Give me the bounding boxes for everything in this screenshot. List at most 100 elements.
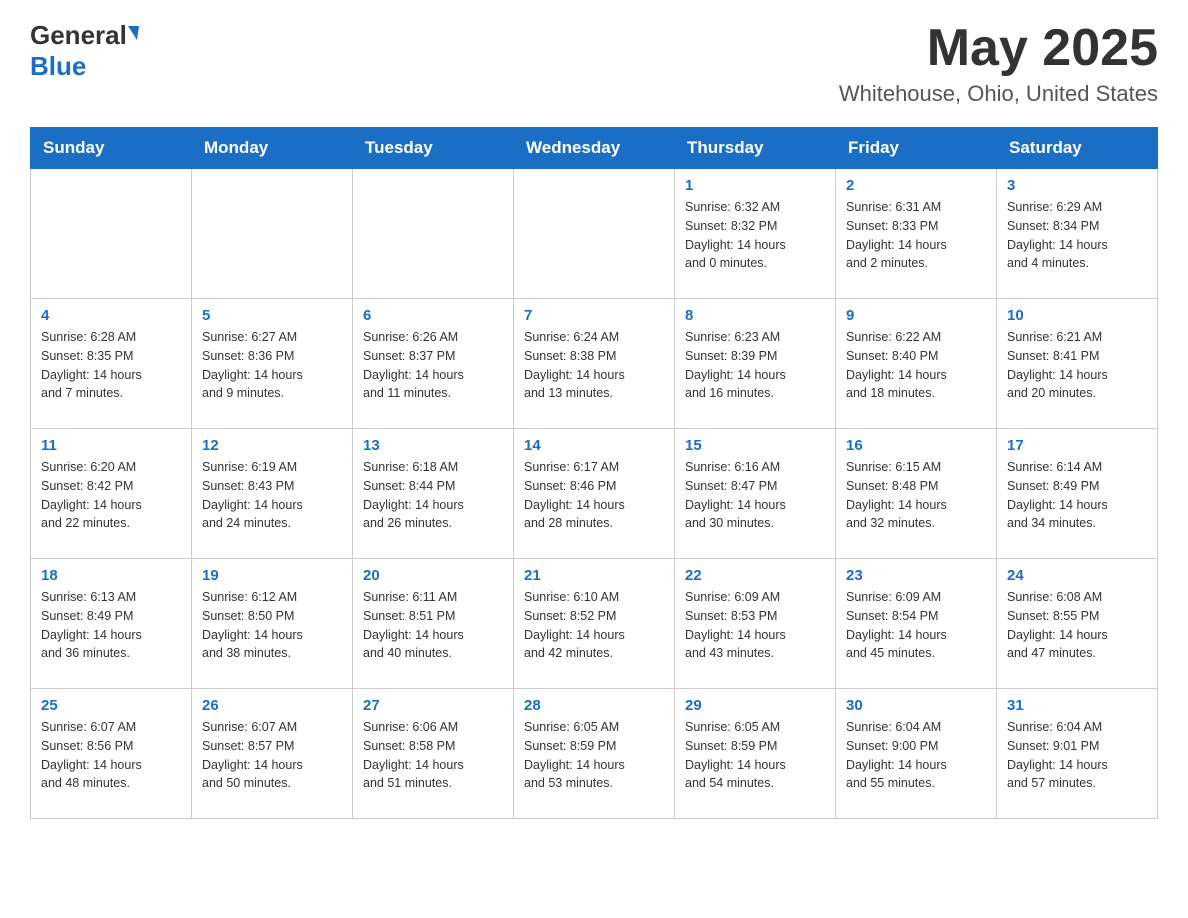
day-number: 31	[1007, 697, 1147, 714]
day-cell: 6 Sunrise: 6:26 AM Sunset: 8:37 PM Daylig…	[353, 299, 514, 429]
week-row-4: 18 Sunrise: 6:13 AM Sunset: 8:49 PM Dayli…	[31, 559, 1158, 689]
day-number: 15	[685, 437, 825, 454]
day-number: 13	[363, 437, 503, 454]
day-number: 20	[363, 567, 503, 584]
day-number: 12	[202, 437, 342, 454]
day-cell: 12 Sunrise: 6:19 AM Sunset: 8:43 PM Dayli…	[192, 429, 353, 559]
weekday-header-wednesday: Wednesday	[514, 128, 675, 169]
day-info: Sunrise: 6:22 AM Sunset: 8:40 PM Dayligh…	[846, 328, 986, 403]
day-cell: 16 Sunrise: 6:15 AM Sunset: 8:48 PM Dayli…	[836, 429, 997, 559]
day-number: 21	[524, 567, 664, 584]
day-cell: 28 Sunrise: 6:05 AM Sunset: 8:59 PM Dayli…	[514, 689, 675, 819]
day-cell	[192, 169, 353, 299]
day-number: 25	[41, 697, 181, 714]
day-cell: 26 Sunrise: 6:07 AM Sunset: 8:57 PM Dayli…	[192, 689, 353, 819]
day-info: Sunrise: 6:04 AM Sunset: 9:01 PM Dayligh…	[1007, 718, 1147, 793]
day-cell: 21 Sunrise: 6:10 AM Sunset: 8:52 PM Dayli…	[514, 559, 675, 689]
day-info: Sunrise: 6:05 AM Sunset: 8:59 PM Dayligh…	[685, 718, 825, 793]
day-number: 23	[846, 567, 986, 584]
day-number: 1	[685, 177, 825, 194]
day-number: 6	[363, 307, 503, 324]
day-info: Sunrise: 6:28 AM Sunset: 8:35 PM Dayligh…	[41, 328, 181, 403]
day-cell: 2 Sunrise: 6:31 AM Sunset: 8:33 PM Daylig…	[836, 169, 997, 299]
day-cell: 3 Sunrise: 6:29 AM Sunset: 8:34 PM Daylig…	[997, 169, 1158, 299]
day-info: Sunrise: 6:13 AM Sunset: 8:49 PM Dayligh…	[41, 588, 181, 663]
day-cell: 29 Sunrise: 6:05 AM Sunset: 8:59 PM Dayli…	[675, 689, 836, 819]
weekday-header-friday: Friday	[836, 128, 997, 169]
day-number: 2	[846, 177, 986, 194]
day-cell	[353, 169, 514, 299]
day-cell: 30Sunrise: 6:04 AM Sunset: 9:00 PM Dayli…	[836, 689, 997, 819]
day-cell	[31, 169, 192, 299]
day-cell: 31 Sunrise: 6:04 AM Sunset: 9:01 PM Dayli…	[997, 689, 1158, 819]
day-cell: 7 Sunrise: 6:24 AM Sunset: 8:38 PM Daylig…	[514, 299, 675, 429]
logo-blue-text: Blue	[30, 51, 86, 82]
day-number: 4	[41, 307, 181, 324]
weekday-header-tuesday: Tuesday	[353, 128, 514, 169]
week-row-1: 1 Sunrise: 6:32 AM Sunset: 8:32 PM Daylig…	[31, 169, 1158, 299]
day-cell: 23 Sunrise: 6:09 AM Sunset: 8:54 PM Dayli…	[836, 559, 997, 689]
day-number: 18	[41, 567, 181, 584]
day-info: Sunrise: 6:15 AM Sunset: 8:48 PM Dayligh…	[846, 458, 986, 533]
day-info: Sunrise: 6:23 AM Sunset: 8:39 PM Dayligh…	[685, 328, 825, 403]
day-cell: 22Sunrise: 6:09 AM Sunset: 8:53 PM Dayli…	[675, 559, 836, 689]
day-cell: 14 Sunrise: 6:17 AM Sunset: 8:46 PM Dayli…	[514, 429, 675, 559]
day-cell: 15 Sunrise: 6:16 AM Sunset: 8:47 PM Dayli…	[675, 429, 836, 559]
day-cell: 10Sunrise: 6:21 AM Sunset: 8:41 PM Dayli…	[997, 299, 1158, 429]
location-title: Whitehouse, Ohio, United States	[839, 81, 1158, 107]
day-number: 11	[41, 437, 181, 454]
day-info: Sunrise: 6:27 AM Sunset: 8:36 PM Dayligh…	[202, 328, 342, 403]
day-info: Sunrise: 6:09 AM Sunset: 8:54 PM Dayligh…	[846, 588, 986, 663]
day-info: Sunrise: 6:16 AM Sunset: 8:47 PM Dayligh…	[685, 458, 825, 533]
calendar-table: SundayMondayTuesdayWednesdayThursdayFrid…	[30, 127, 1158, 819]
day-info: Sunrise: 6:26 AM Sunset: 8:37 PM Dayligh…	[363, 328, 503, 403]
day-info: Sunrise: 6:06 AM Sunset: 8:58 PM Dayligh…	[363, 718, 503, 793]
day-cell: 1 Sunrise: 6:32 AM Sunset: 8:32 PM Daylig…	[675, 169, 836, 299]
day-number: 17	[1007, 437, 1147, 454]
day-number: 3	[1007, 177, 1147, 194]
day-cell: 19 Sunrise: 6:12 AM Sunset: 8:50 PM Dayli…	[192, 559, 353, 689]
day-number: 8	[685, 307, 825, 324]
logo-triangle-icon	[128, 26, 139, 40]
day-info: Sunrise: 6:12 AM Sunset: 8:50 PM Dayligh…	[202, 588, 342, 663]
day-cell: 20 Sunrise: 6:11 AM Sunset: 8:51 PM Dayli…	[353, 559, 514, 689]
day-info: Sunrise: 6:10 AM Sunset: 8:52 PM Dayligh…	[524, 588, 664, 663]
day-info: Sunrise: 6:08 AM Sunset: 8:55 PM Dayligh…	[1007, 588, 1147, 663]
day-cell: 25Sunrise: 6:07 AM Sunset: 8:56 PM Dayli…	[31, 689, 192, 819]
day-cell: 13 Sunrise: 6:18 AM Sunset: 8:44 PM Dayli…	[353, 429, 514, 559]
day-info: Sunrise: 6:09 AM Sunset: 8:53 PM Dayligh…	[685, 588, 825, 663]
day-info: Sunrise: 6:24 AM Sunset: 8:38 PM Dayligh…	[524, 328, 664, 403]
day-number: 16	[846, 437, 986, 454]
day-cell: 9 Sunrise: 6:22 AM Sunset: 8:40 PM Daylig…	[836, 299, 997, 429]
day-info: Sunrise: 6:20 AM Sunset: 8:42 PM Dayligh…	[41, 458, 181, 533]
day-cell: 5Sunrise: 6:27 AM Sunset: 8:36 PM Daylig…	[192, 299, 353, 429]
day-info: Sunrise: 6:32 AM Sunset: 8:32 PM Dayligh…	[685, 198, 825, 273]
weekday-header-saturday: Saturday	[997, 128, 1158, 169]
day-info: Sunrise: 6:29 AM Sunset: 8:34 PM Dayligh…	[1007, 198, 1147, 273]
week-row-2: 4 Sunrise: 6:28 AM Sunset: 8:35 PM Daylig…	[31, 299, 1158, 429]
day-info: Sunrise: 6:07 AM Sunset: 8:57 PM Dayligh…	[202, 718, 342, 793]
month-title: May 2025	[839, 20, 1158, 77]
day-cell: 18 Sunrise: 6:13 AM Sunset: 8:49 PM Dayli…	[31, 559, 192, 689]
day-number: 14	[524, 437, 664, 454]
day-number: 27	[363, 697, 503, 714]
day-number: 9	[846, 307, 986, 324]
day-number: 7	[524, 307, 664, 324]
weekday-header-monday: Monday	[192, 128, 353, 169]
logo-general-text: General	[30, 20, 127, 51]
day-cell: 4 Sunrise: 6:28 AM Sunset: 8:35 PM Daylig…	[31, 299, 192, 429]
week-row-3: 11 Sunrise: 6:20 AM Sunset: 8:42 PM Dayli…	[31, 429, 1158, 559]
day-number: 24	[1007, 567, 1147, 584]
day-info: Sunrise: 6:19 AM Sunset: 8:43 PM Dayligh…	[202, 458, 342, 533]
day-info: Sunrise: 6:17 AM Sunset: 8:46 PM Dayligh…	[524, 458, 664, 533]
day-info: Sunrise: 6:18 AM Sunset: 8:44 PM Dayligh…	[363, 458, 503, 533]
day-info: Sunrise: 6:05 AM Sunset: 8:59 PM Dayligh…	[524, 718, 664, 793]
day-number: 19	[202, 567, 342, 584]
day-number: 29	[685, 697, 825, 714]
day-info: Sunrise: 6:31 AM Sunset: 8:33 PM Dayligh…	[846, 198, 986, 273]
day-info: Sunrise: 6:11 AM Sunset: 8:51 PM Dayligh…	[363, 588, 503, 663]
day-number: 28	[524, 697, 664, 714]
day-cell: 27 Sunrise: 6:06 AM Sunset: 8:58 PM Dayli…	[353, 689, 514, 819]
day-number: 26	[202, 697, 342, 714]
weekday-header-thursday: Thursday	[675, 128, 836, 169]
